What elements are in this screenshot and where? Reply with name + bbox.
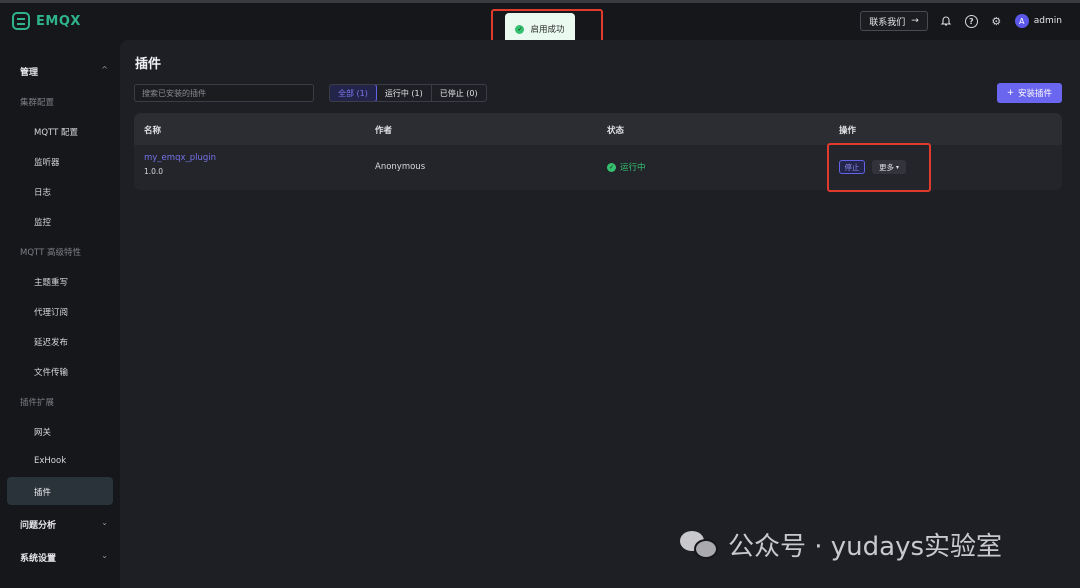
username: admin bbox=[1033, 16, 1062, 26]
actions-highlight-box bbox=[827, 143, 931, 192]
sidebar-item-monitoring[interactable]: 监控 bbox=[34, 216, 51, 228]
app-logo[interactable]: EMQX bbox=[12, 12, 81, 30]
sidebar: 管理 ^ 集群配置 MQTT 配置 监听器 日志 监控 MQTT 高级特性 主题… bbox=[0, 40, 120, 588]
sidebar-section-cluster: 集群配置 bbox=[20, 98, 55, 108]
chevron-down-icon[interactable]: ⌄ bbox=[101, 551, 108, 560]
column-author: 作者 bbox=[375, 126, 393, 136]
sidebar-group-settings[interactable]: 系统设置 bbox=[20, 551, 56, 564]
sidebar-item-exhook[interactable]: ExHook bbox=[34, 456, 66, 466]
tab-all[interactable]: 全部 (1) bbox=[329, 85, 377, 101]
tab-running[interactable]: 运行中 (1) bbox=[377, 85, 432, 101]
wechat-icon bbox=[680, 529, 720, 561]
sidebar-item-file-transfer[interactable]: 文件传输 bbox=[34, 366, 68, 378]
sidebar-item-delayed-publish[interactable]: 延迟发布 bbox=[34, 336, 68, 348]
search-placeholder: 搜索已安装的插件 bbox=[142, 88, 206, 98]
avatar: A bbox=[1014, 14, 1029, 28]
check-circle-icon: ✓ bbox=[607, 162, 616, 172]
watermark: 公众号 · yudays实验室 bbox=[680, 526, 1002, 563]
plugin-name-link[interactable]: my_emqx_plugin bbox=[144, 153, 216, 163]
main-panel: 插件 搜索已安装的插件 全部 (1) 运行中 (1) 已停止 (0) + 安装插… bbox=[120, 40, 1080, 588]
sidebar-item-listeners[interactable]: 监听器 bbox=[34, 156, 60, 168]
sidebar-item-plugins-active[interactable] bbox=[7, 477, 113, 505]
status-text: 运行中 bbox=[620, 163, 646, 173]
watermark-text: 公众号 · yudays实验室 bbox=[728, 532, 1003, 562]
app-name: EMQX bbox=[36, 13, 81, 29]
column-name: 名称 bbox=[144, 126, 162, 136]
gear-icon[interactable]: ⚙ bbox=[990, 15, 1003, 28]
tab-stopped[interactable]: 已停止 (0) bbox=[432, 85, 486, 101]
chevron-down-icon[interactable]: ⌄ bbox=[101, 518, 108, 527]
plus-icon: + bbox=[1006, 88, 1015, 98]
column-actions: 操作 bbox=[839, 126, 857, 136]
sidebar-item-auto-subscribe[interactable]: 代理订阅 bbox=[34, 306, 68, 318]
contact-us-label: 联系我们 bbox=[869, 17, 906, 28]
arrow-right-icon: → bbox=[911, 16, 919, 26]
chevron-up-icon[interactable]: ^ bbox=[101, 65, 108, 74]
user-menu[interactable]: A admin bbox=[1014, 14, 1062, 28]
sidebar-item-gateway[interactable]: 网关 bbox=[34, 426, 51, 438]
header-actions: 联系我们 → ? ⚙ A admin bbox=[860, 11, 1062, 31]
sidebar-group-label: 管理 bbox=[20, 68, 39, 78]
column-status: 状态 bbox=[607, 126, 625, 136]
page-title: 插件 bbox=[135, 57, 162, 72]
install-plugin-label: 安装插件 bbox=[1018, 89, 1053, 99]
help-icon[interactable]: ? bbox=[964, 14, 978, 28]
plugin-version: 1.0.0 bbox=[144, 167, 164, 176]
sidebar-section-mqtt-advanced: MQTT 高级特性 bbox=[20, 248, 81, 258]
contact-us-button[interactable]: 联系我们 → bbox=[860, 11, 928, 31]
sidebar-group-analysis[interactable]: 问题分析 bbox=[20, 518, 56, 531]
bell-icon[interactable] bbox=[940, 15, 953, 28]
table-header: 名称 作者 状态 操作 bbox=[134, 113, 1062, 145]
install-plugin-button[interactable]: + 安装插件 bbox=[997, 83, 1062, 103]
status-badge: ✓ 运行中 bbox=[607, 161, 646, 173]
search-input[interactable]: 搜索已安装的插件 bbox=[134, 84, 314, 102]
plugin-author: Anonymous bbox=[375, 162, 426, 172]
sidebar-item-plugins[interactable]: 插件 bbox=[34, 486, 51, 498]
sidebar-item-logs[interactable]: 日志 bbox=[34, 186, 51, 198]
sidebar-item-mqtt-config[interactable]: MQTT 配置 bbox=[34, 126, 78, 138]
status-filter-tabs: 全部 (1) 运行中 (1) 已停止 (0) bbox=[329, 84, 487, 102]
emqx-logo-icon bbox=[12, 12, 30, 30]
sidebar-section-plugins: 插件扩展 bbox=[20, 398, 55, 408]
sidebar-item-topic-rewrite[interactable]: 主题重写 bbox=[34, 276, 68, 288]
